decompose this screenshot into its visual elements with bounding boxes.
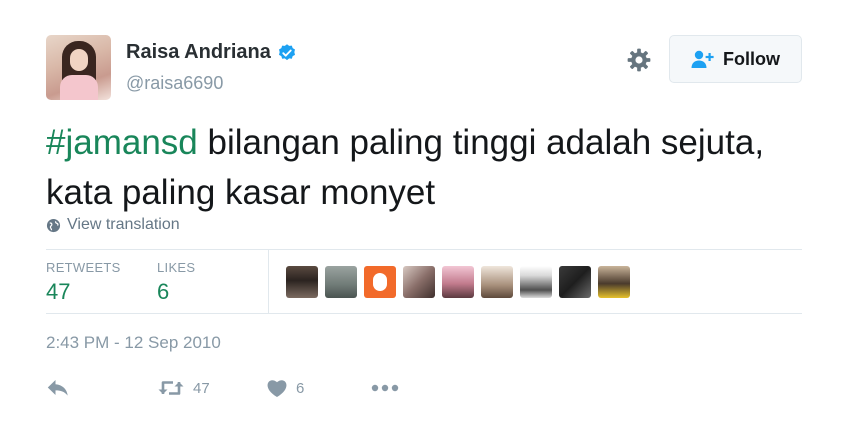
globe-icon [46,218,61,232]
more-icon [371,384,399,392]
liker-avatar[interactable] [403,266,435,298]
verified-badge-icon [278,43,295,60]
stats-top-divider [46,249,802,250]
liker-avatar[interactable] [442,266,474,298]
like-button[interactable]: 6 [266,373,304,403]
follow-button-label: Follow [723,48,780,69]
follow-user-icon [691,50,714,68]
retweet-count: 47 [193,379,210,397]
liker-avatar[interactable] [364,266,396,298]
retweets-value[interactable]: 47 [46,279,70,305]
reply-icon [47,380,68,396]
liker-avatar[interactable] [598,266,630,298]
follow-button[interactable]: Follow [669,35,802,83]
likes-value[interactable]: 6 [157,279,169,305]
gear-icon[interactable] [626,47,652,73]
more-button[interactable] [371,373,399,403]
user-name[interactable]: Raisa Andriana [126,41,271,64]
stats-bottom-divider [46,313,802,314]
avatar[interactable] [46,35,111,100]
view-translation-link[interactable]: View translation [46,216,180,234]
stats-separator [268,250,269,313]
likers-avatar-row [286,266,637,298]
liker-avatar[interactable] [481,266,513,298]
liker-avatar[interactable] [559,266,591,298]
liker-avatar[interactable] [520,266,552,298]
avatar-face [70,49,88,71]
tweet-timestamp[interactable]: 2:43 PM - 12 Sep 2010 [46,333,221,353]
retweet-button[interactable]: 47 [157,373,210,403]
retweet-icon [158,381,184,395]
likes-label[interactable]: LIKES [157,260,195,275]
liker-avatar[interactable] [286,266,318,298]
heart-icon [267,380,287,397]
tweet-actions: 47 6 [46,373,546,403]
retweets-label[interactable]: RETWEETS [46,260,121,275]
user-handle[interactable]: @raisa6690 [126,73,223,94]
like-count: 6 [296,379,305,397]
reply-button[interactable] [46,373,70,403]
hashtag-link[interactable]: #jamansd [46,123,198,162]
avatar-dress [60,75,98,100]
liker-avatar[interactable] [325,266,357,298]
user-name-row: Raisa Andriana [126,41,297,64]
view-translation-label: View translation [67,216,180,233]
tweet-text: #jamansd bilangan paling tinggi adalah s… [46,118,816,218]
liker-avatar-egg [373,273,387,291]
